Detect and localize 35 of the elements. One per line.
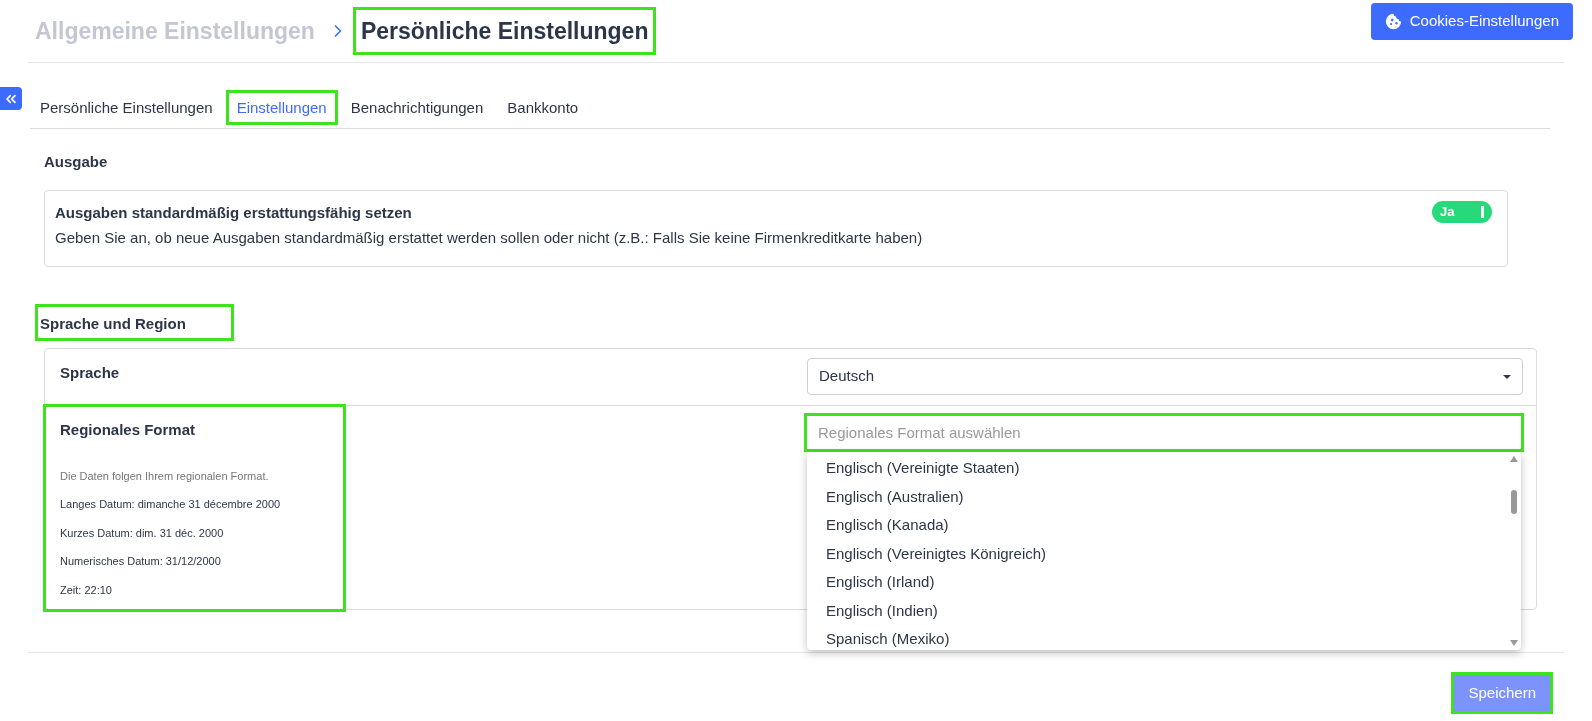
caret-down-icon <box>1503 374 1511 379</box>
dropdown-option[interactable]: Englisch (Vereinigtes Königreich) <box>826 539 1507 568</box>
cookie-settings-button[interactable]: Cookies-Einstellungen <box>1370 2 1573 40</box>
format-example: Langes Datum: dimanche 31 décembre 2000 <box>60 497 282 512</box>
select-value: Deutsch <box>819 366 875 387</box>
setting-label: Regionales Format <box>60 420 197 440</box>
dropdown-option[interactable]: Englisch (Indien) <box>826 596 1507 625</box>
tab[interactable]: Benachrichtigungen <box>342 93 492 122</box>
collapse-sidebar-button[interactable] <box>0 87 22 110</box>
toggle-knob <box>1481 205 1484 218</box>
scroll-up-icon <box>1510 456 1518 462</box>
page-title: Persönliche Einstellungen <box>355 9 654 53</box>
format-example: Numerisches Datum: 31/12/2000 <box>60 554 222 569</box>
dropdown-option[interactable]: Englisch (Irland) <box>826 568 1507 597</box>
setting-description: Geben Sie an, ob neue Ausgaben standardmäßig erstattet werden sollen oder nicht (z.B.: Falls Sie keine Firmenkreditkarte haben) <box>55 228 924 248</box>
dropdown-option[interactable]: Englisch (Australien) <box>826 482 1507 511</box>
section-title: Sprache und Region <box>38 306 231 338</box>
setting-label: Sprache <box>59 363 121 383</box>
tab[interactable]: Einstellungen <box>228 93 335 122</box>
dropdown-option[interactable]: Englisch (Vereinigte Staaten) <box>826 454 1507 483</box>
format-example: Zeit: 22:10 <box>60 582 113 598</box>
scroll-down-icon <box>1510 640 1518 646</box>
format-example: Kurzes Datum: dim. 31 déc. 2000 <box>60 525 225 541</box>
hint-text: Die Daten folgen Ihrem regionalen Format. <box>60 468 270 484</box>
tab[interactable]: Bankkonto <box>499 93 587 122</box>
language-select[interactable]: Deutsch <box>807 358 1523 395</box>
regional-format-field[interactable]: Regionales Format auswählen <box>807 416 1521 449</box>
toggle-label: Ja <box>1440 202 1455 221</box>
dropdown-option[interactable]: Englisch (Kanada) <box>826 511 1507 540</box>
dropdown-option[interactable]: Spanisch (Mexiko) <box>826 625 1507 654</box>
scrollbar-thumb[interactable] <box>1511 490 1517 514</box>
cookie-icon <box>1384 11 1402 31</box>
setting-title: Ausgaben standardmäßig erstattungsfähig setzen <box>55 202 412 223</box>
tab[interactable]: Persönliche Einstellungen <box>32 93 221 122</box>
section-title: Ausgabe <box>44 152 108 172</box>
